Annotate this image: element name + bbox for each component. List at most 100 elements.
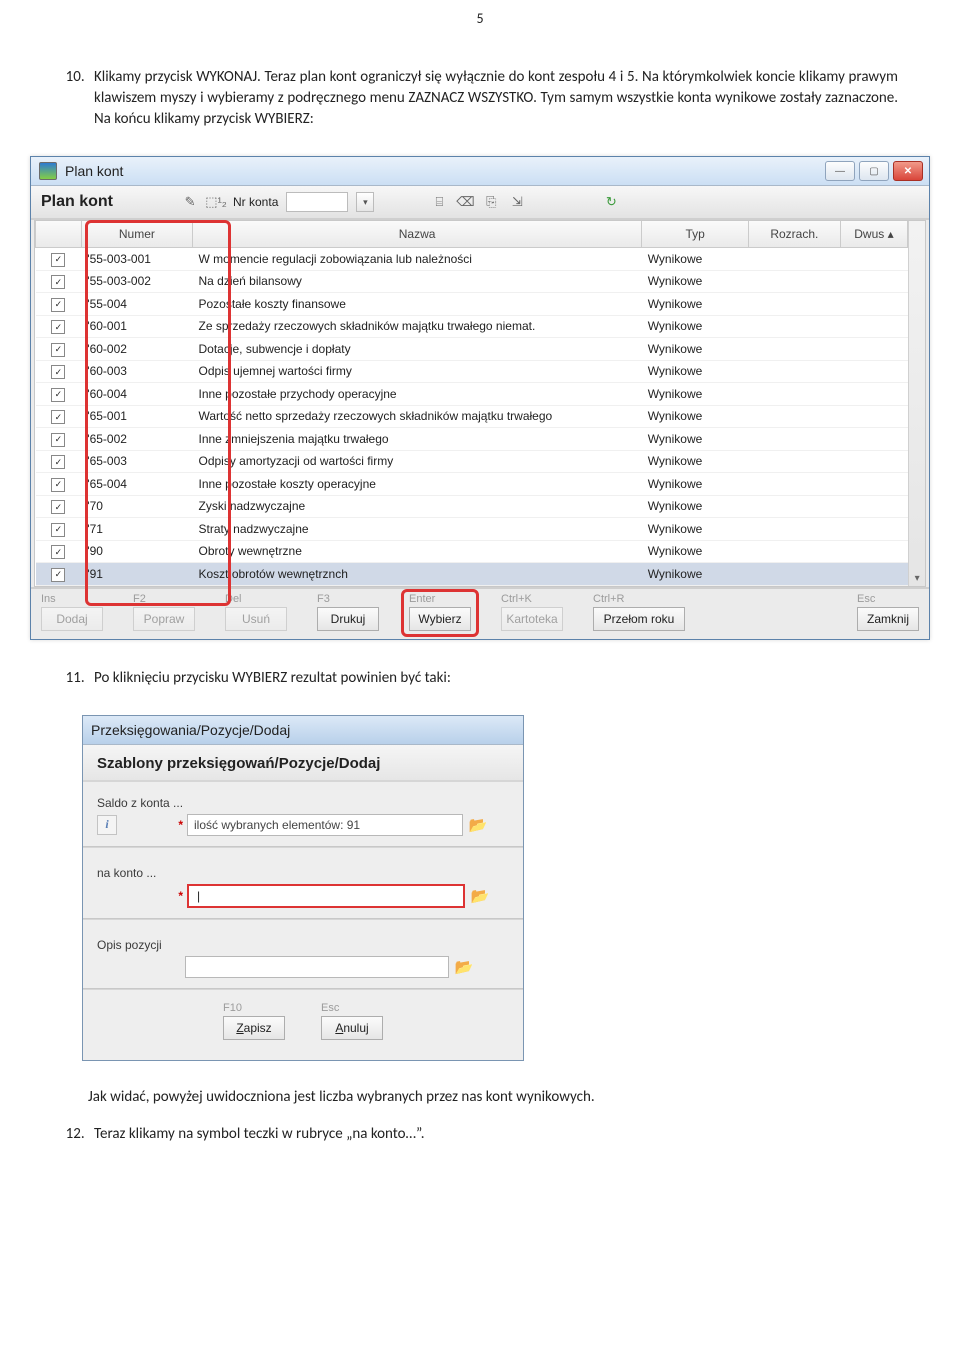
cell-dwus <box>840 293 908 316</box>
cell-nazwa: Inne zmniejszenia majątku trwałego <box>192 428 641 451</box>
row-checkbox[interactable]: ✓ <box>51 500 65 514</box>
row-checkbox[interactable]: ✓ <box>51 253 65 267</box>
filter-dropdown[interactable]: ▾ <box>356 192 374 212</box>
filter-icon[interactable]: ✎ <box>181 193 199 211</box>
row-checkbox[interactable]: ✓ <box>51 455 65 469</box>
filter-input[interactable] <box>286 192 348 212</box>
na-konto-input[interactable]: | <box>187 884 465 908</box>
drukuj-button[interactable]: Drukuj <box>317 607 379 631</box>
anuluj-button[interactable]: Anuluj <box>321 1016 383 1040</box>
popraw-button: Popraw <box>133 607 195 631</box>
row-checkbox[interactable]: ✓ <box>51 410 65 424</box>
cell-nazwa: Odpis ujemnej wartości firmy <box>192 360 641 383</box>
cell-nazwa: Inne pozostałe przychody operacyjne <box>192 383 641 406</box>
cell-typ: Wynikowe <box>642 450 749 473</box>
refresh-icon[interactable]: ↻ <box>602 193 620 211</box>
action-usuń: DelUsuń <box>225 593 287 631</box>
cell-typ: Wynikowe <box>642 540 749 563</box>
table-row[interactable]: ✓'60-003Odpis ujemnej wartości firmyWyni… <box>36 360 908 383</box>
table-row[interactable]: ✓'71Straty nadzwyczajneWynikowe <box>36 518 908 541</box>
row-checkbox[interactable]: ✓ <box>51 320 65 334</box>
row-checkbox[interactable]: ✓ <box>51 523 65 537</box>
table-row[interactable]: ✓'60-002Dotacje, subwencje i dopłatyWyni… <box>36 338 908 361</box>
tree-icon[interactable]: ⌸ <box>430 193 448 211</box>
wybierz-button[interactable]: Wybierz <box>409 607 471 631</box>
cell-typ: Wynikowe <box>642 405 749 428</box>
cell-rozrach <box>749 405 841 428</box>
close-action: Esc Zamknij <box>857 593 919 631</box>
table-row[interactable]: ✓'65-001Wartość netto sprzedaży rzeczowy… <box>36 405 908 428</box>
info-icon[interactable]: i <box>97 815 117 835</box>
cell-rozrach <box>749 540 841 563</box>
row-checkbox[interactable]: ✓ <box>51 478 65 492</box>
cell-dwus <box>840 563 908 586</box>
cell-rozrach <box>749 383 841 406</box>
separator <box>83 918 523 920</box>
col-typ[interactable]: Typ <box>642 221 749 248</box>
cell-dwus <box>840 540 908 563</box>
col-check[interactable] <box>36 221 82 248</box>
col-numer[interactable]: Numer <box>81 221 192 248</box>
close-window-button[interactable]: Zamknij <box>857 607 919 631</box>
table-header-row: Numer Nazwa Typ Rozrach. Dwus ▴ <box>36 221 908 248</box>
cell-nazwa: Obroty wewnętrzne <box>192 540 641 563</box>
table-row[interactable]: ✓'90Obroty wewnętrzneWynikowe <box>36 540 908 563</box>
opis-input[interactable] <box>185 956 449 978</box>
cell-numer: '55-004 <box>81 293 192 316</box>
table-row[interactable]: ✓'91Koszt obrotów wewnętrznchWynikowe <box>36 563 908 586</box>
row-checkbox[interactable]: ✓ <box>51 545 65 559</box>
table-row[interactable]: ✓'65-003Odpisy amortyzacji od wartości f… <box>36 450 908 473</box>
dialog-titlebar: Przeksięgowania/Pozycje/Dodaj <box>83 716 523 745</box>
cell-rozrach <box>749 270 841 293</box>
collapse-icon[interactable]: ⇲ <box>508 193 526 211</box>
table-row[interactable]: ✓ '55-004Pozostałe koszty finansoweWyniko… <box>36 293 908 316</box>
table-row[interactable]: ✓'60-004Inne pozostałe przychody operacy… <box>36 383 908 406</box>
row-checkbox[interactable]: ✓ <box>51 433 65 447</box>
row-checkbox[interactable]: ✓ <box>51 568 65 582</box>
cell-typ: Wynikowe <box>642 248 749 271</box>
folder-icon-2[interactable]: 📂 <box>469 887 491 905</box>
maximize-button[interactable]: ▢ <box>859 161 889 181</box>
page-number: 5 <box>0 0 960 27</box>
scroll-down-arrow[interactable]: ▾ <box>913 571 922 586</box>
col-dwus[interactable]: Dwus ▴ <box>840 221 908 248</box>
cell-numer: '65-004 <box>81 473 192 496</box>
saldo-from-input[interactable]: ilość wybranych elementów: 91 <box>187 814 463 836</box>
table-row[interactable]: ✓'55-003-002Na dzień bilansowyWynikowe <box>36 270 908 293</box>
table-row[interactable]: ✓ '65-004Inne pozostałe koszty operacyjne… <box>36 473 908 496</box>
cell-numer: '70 <box>81 495 192 518</box>
row-checkbox[interactable]: ✓ <box>51 388 65 402</box>
cell-nazwa: Straty nadzwyczajne <box>192 518 641 541</box>
row-checkbox[interactable]: ✓ <box>51 298 65 312</box>
folder-icon[interactable]: 📂 <box>467 816 489 834</box>
cell-typ: Wynikowe <box>642 293 749 316</box>
label-na-konto: na konto ... <box>97 858 509 884</box>
titlebar: Plan kont — ▢ ✕ <box>31 157 929 186</box>
cell-rozrach <box>749 450 841 473</box>
sort-icon[interactable]: ⬚¹₂ <box>207 193 225 211</box>
col-rozrach[interactable]: Rozrach. <box>749 221 841 248</box>
zapisz-button[interactable]: Zapisz <box>223 1016 285 1040</box>
folder-icon-3[interactable]: 📂 <box>453 958 475 976</box>
close-button[interactable]: ✕ <box>893 161 923 181</box>
table-row[interactable]: ✓'65-002Inne zmniejszenia majątku trwałe… <box>36 428 908 451</box>
col-nazwa[interactable]: Nazwa <box>192 221 641 248</box>
przełom roku-button[interactable]: Przełom roku <box>593 607 685 631</box>
cell-rozrach <box>749 428 841 451</box>
table-row[interactable]: ✓'70Zyski nadzwyczajneWynikowe <box>36 495 908 518</box>
row-checkbox[interactable]: ✓ <box>51 275 65 289</box>
cell-numer: '91 <box>81 563 192 586</box>
cell-nazwa: Inne pozostałe koszty operacyjne <box>192 473 641 496</box>
copy-icon[interactable]: ⎘ <box>482 193 500 211</box>
row-checkbox[interactable]: ✓ <box>51 365 65 379</box>
table-row[interactable]: ✓'55-003-001W momencie regulacji zobowią… <box>36 248 908 271</box>
row-checkbox[interactable]: ✓ <box>51 343 65 357</box>
remove-icon[interactable]: ⌫ <box>456 193 474 211</box>
vertical-scrollbar[interactable]: ▾ <box>908 221 925 586</box>
cell-dwus <box>840 518 908 541</box>
dialog-title: Przeksięgowania/Pozycje/Dodaj <box>91 722 290 738</box>
action-hint: F2 <box>133 593 195 605</box>
table-row[interactable]: ✓'60-001Ze sprzedaży rzeczowych składnik… <box>36 315 908 338</box>
cell-nazwa: Pozostałe koszty finansowe <box>192 293 641 316</box>
minimize-button[interactable]: — <box>825 161 855 181</box>
